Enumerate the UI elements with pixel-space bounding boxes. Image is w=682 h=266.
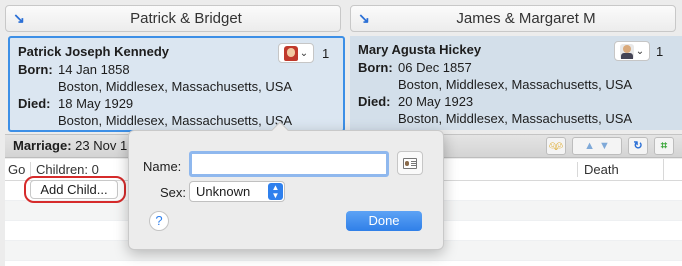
sex-selected-value: Unknown [196, 184, 251, 199]
marriage-toolbar: 👫︎ ▲ ▼ ↻ ⌗ [546, 137, 674, 155]
left-family-title: Patrick & Bridget [130, 10, 242, 27]
column-go[interactable]: Go [5, 162, 31, 177]
sex-select[interactable]: Unknown ▲ ▼ [189, 181, 285, 202]
family-view: ↘ Patrick & Bridget ↘ James & Margaret M… [0, 0, 682, 266]
right-family-header-button[interactable]: ↘ James & Margaret M [350, 5, 676, 32]
left-family-header-button[interactable]: ↘ Patrick & Bridget [5, 5, 341, 32]
female-avatar-icon [283, 45, 298, 61]
people-icon[interactable]: 👫︎ [546, 137, 566, 155]
died-date: 20 May 1923 [398, 94, 474, 109]
born-place: Boston, Middlesex, Massachusetts, USA [58, 79, 293, 94]
died-label: Died: [18, 96, 51, 111]
born-date: 06 Dec 1857 [398, 60, 472, 75]
contact-card-icon [403, 157, 417, 169]
name-input[interactable] [189, 151, 389, 177]
move-up-icon[interactable]: ▲ [584, 135, 595, 157]
born-label: Born: [18, 62, 53, 77]
add-child-popover: Name: Sex: Unknown ▲ ▼ ? Done [128, 121, 444, 250]
photo-count: 1 [322, 46, 330, 61]
column-divider [663, 159, 664, 181]
male-avatar-icon [619, 43, 634, 59]
photo-menu-button[interactable]: ⌄ [614, 41, 650, 61]
born-date: 14 Jan 1858 [58, 62, 130, 77]
wife-panel[interactable]: Mary Agusta Hickey Born: 06 Dec 1857 Bos… [350, 36, 682, 130]
help-button[interactable]: ? [149, 211, 169, 231]
died-date: 18 May 1929 [58, 96, 134, 111]
name-label: Name: [143, 159, 182, 174]
chevron-down-icon: ⌄ [635, 45, 645, 57]
photo-menu-button[interactable]: ⌄ [278, 43, 314, 63]
sex-label: Sex: [160, 185, 187, 200]
move-down-icon[interactable]: ▼ [599, 135, 610, 157]
marriage-date: 23 Nov 1 [75, 138, 128, 153]
born-label: Born: [358, 60, 393, 75]
contact-card-button[interactable] [397, 151, 423, 175]
navigate-arrow-icon[interactable]: ↘ [6, 10, 32, 27]
marriage-label: Marriage: [13, 138, 72, 153]
tree-icon[interactable]: ⌗ [654, 137, 674, 155]
navigate-arrow-icon[interactable]: ↘ [351, 10, 377, 27]
born-place: Boston, Middlesex, Massachusetts, USA [398, 77, 633, 92]
died-place: Boston, Middlesex, Massachusetts, USA [398, 111, 633, 126]
right-family-title: James & Margaret M [456, 10, 596, 27]
died-place: Boston, Middlesex, Massachusetts, USA [58, 113, 293, 128]
died-label: Died: [358, 94, 391, 109]
husband-panel[interactable]: Patrick Joseph Kennedy Born: 14 Jan 1858… [8, 36, 345, 132]
reorder-children-buttons[interactable]: ▲ ▼ [572, 137, 622, 155]
select-arrows-icon: ▲ ▼ [268, 183, 283, 200]
chevron-down-icon: ⌄ [299, 47, 309, 59]
column-death[interactable]: Death [577, 162, 663, 177]
swap-icon[interactable]: ↻ [628, 137, 648, 155]
done-button[interactable]: Done [346, 211, 422, 231]
add-child-button[interactable]: Add Child... [30, 180, 118, 199]
photo-count: 1 [656, 44, 664, 59]
